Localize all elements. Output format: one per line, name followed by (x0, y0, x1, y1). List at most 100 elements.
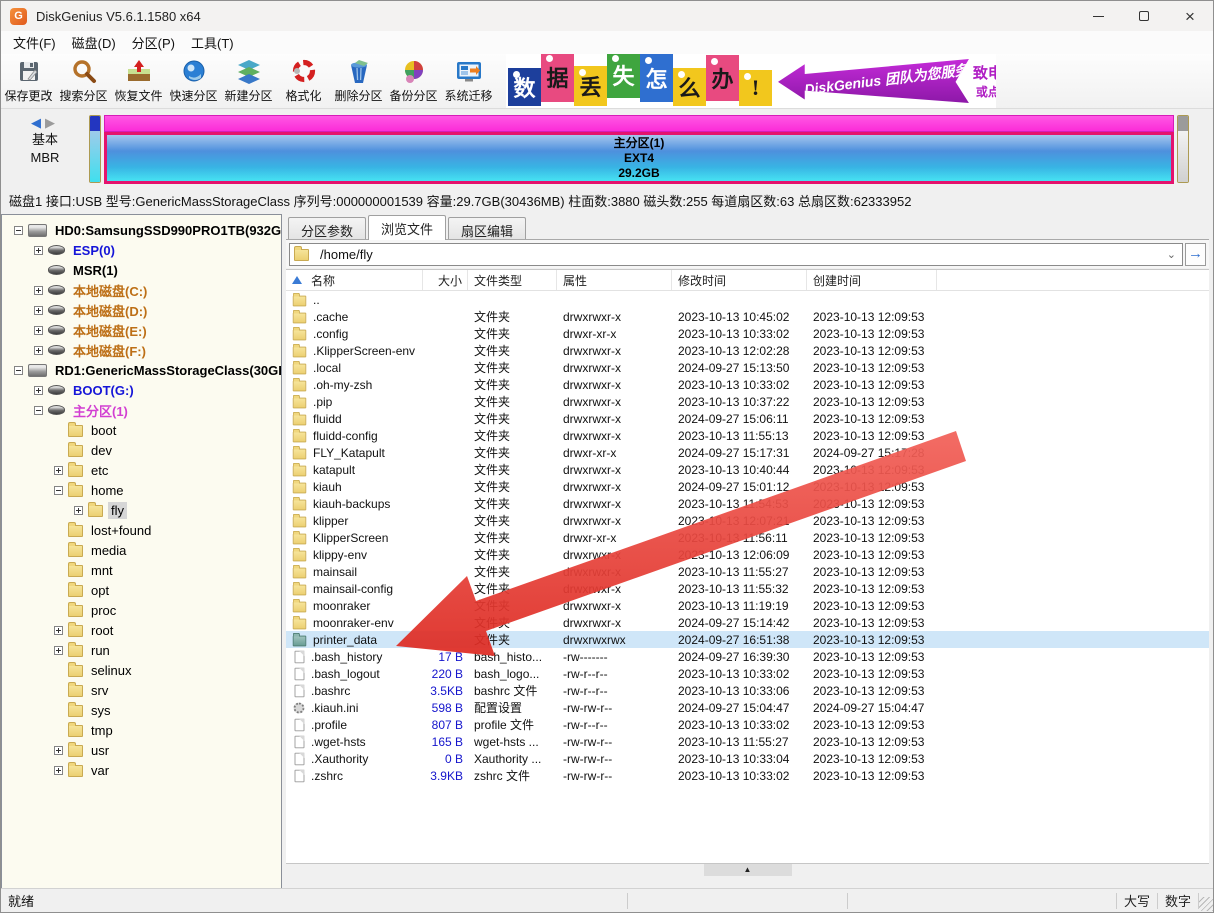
new-partition-button[interactable]: 新建分区 (221, 54, 276, 108)
resize-grip[interactable] (1199, 897, 1213, 911)
column-header-modified[interactable]: 修改时间 (672, 270, 807, 290)
file-row-klipperscreen[interactable]: KlipperScreen文件夹drwxr-xr-x2023-10-13 11:… (286, 529, 1209, 546)
expand-icon[interactable] (34, 346, 43, 355)
file-row-fluidd-config[interactable]: fluidd-config文件夹drwxrwxr-x2023-10-13 11:… (286, 427, 1209, 444)
tree-item--1-[interactable]: 主分区(1) (2, 400, 281, 420)
file-row--profile[interactable]: .profile807 Bprofile 文件-rw-r--r--2023-10… (286, 716, 1209, 733)
file-row-klippy-env[interactable]: klippy-env文件夹drwxrwxr-x2023-10-13 12:06:… (286, 546, 1209, 563)
search-partition-button[interactable]: 搜索分区 (56, 54, 111, 108)
recover-files-button[interactable]: 恢复文件 (111, 54, 166, 108)
path-input[interactable]: /home/fly ⌄ (289, 243, 1183, 266)
disk-overview-strip[interactable] (104, 115, 1174, 132)
file-row--klipperscreen-env[interactable]: .KlipperScreen-env文件夹drwxrwxr-x2023-10-1… (286, 342, 1209, 359)
file-row-mainsail[interactable]: mainsail文件夹drwxrwxr-x2023-10-13 11:55:27… (286, 563, 1209, 580)
promo-banner[interactable]: 数据丢失怎么办! DiskGenius 团队为您服务 致电: 400-008-9… (506, 54, 996, 108)
expand-icon[interactable] (34, 326, 43, 335)
tree-item-srv[interactable]: srv (2, 680, 281, 700)
menu-item-0[interactable]: 文件(F) (5, 31, 64, 54)
file-row-fluidd[interactable]: fluidd文件夹drwxrwxr-x2024-09-27 15:06:1120… (286, 410, 1209, 427)
quick-partition-button[interactable]: 快速分区 (166, 54, 221, 108)
tree-item-proc[interactable]: proc (2, 600, 281, 620)
maximize-button[interactable] (1121, 1, 1167, 31)
file-row--bash-history[interactable]: .bash_history17 Bbash_histo...-rw-------… (286, 648, 1209, 665)
expand-icon[interactable] (54, 626, 63, 635)
file-row--wget-hsts[interactable]: .wget-hsts165 Bwget-hsts ...-rw-rw-r--20… (286, 733, 1209, 750)
tab-扇区编辑[interactable]: 扇区编辑 (448, 217, 526, 239)
tree-item-mnt[interactable]: mnt (2, 560, 281, 580)
file-row-kiauh[interactable]: kiauh文件夹drwxrwxr-x2024-09-27 15:01:12202… (286, 478, 1209, 495)
file-row--oh-my-zsh[interactable]: .oh-my-zsh文件夹drwxrwxr-x2023-10-13 10:33:… (286, 376, 1209, 393)
tree-item--d-[interactable]: 本地磁盘(D:) (2, 300, 281, 320)
next-disk-icon[interactable]: ▶ (45, 115, 59, 130)
go-button[interactable]: → (1185, 243, 1206, 266)
selected-partition-block[interactable]: 主分区(1) EXT4 29.2GB (104, 132, 1174, 184)
tab-浏览文件[interactable]: 浏览文件 (368, 215, 446, 240)
tree-item-media[interactable]: media (2, 540, 281, 560)
file-row-moonraker-env[interactable]: moonraker-env文件夹drwxrwxr-x2024-09-27 15:… (286, 614, 1209, 631)
expand-icon[interactable] (54, 746, 63, 755)
tree-item-fly[interactable]: fly (2, 500, 281, 520)
tree-item--e-[interactable]: 本地磁盘(E:) (2, 320, 281, 340)
collapse-icon[interactable] (14, 226, 23, 235)
tree-item-selinux[interactable]: selinux (2, 660, 281, 680)
file-row-moonraker[interactable]: moonraker文件夹drwxrwxr-x2023-10-13 11:19:1… (286, 597, 1209, 614)
expand-icon[interactable] (54, 466, 63, 475)
collapse-icon[interactable] (54, 486, 63, 495)
expand-icon[interactable] (34, 386, 43, 395)
expand-icon[interactable] (74, 506, 83, 515)
file-row-printer-data[interactable]: printer_data文件夹drwxrwxrwx2024-09-27 16:5… (286, 631, 1209, 648)
column-header-name[interactable]: 名称 (286, 270, 423, 290)
tree-item-run[interactable]: run (2, 640, 281, 660)
prev-disk-icon[interactable]: ◀ (31, 115, 45, 130)
expand-icon[interactable] (54, 646, 63, 655)
expand-icon[interactable] (34, 306, 43, 315)
banner-qq-link[interactable]: 或点击此处选择QQ咨询 (973, 83, 996, 100)
column-header-created[interactable]: 创建时间 (807, 270, 937, 290)
file-row--config[interactable]: .config文件夹drwxr-xr-x2023-10-13 10:33:022… (286, 325, 1209, 342)
tab-分区参数[interactable]: 分区参数 (288, 217, 366, 239)
minimize-button[interactable] (1075, 1, 1121, 31)
expand-icon[interactable] (34, 286, 43, 295)
file-row--cache[interactable]: .cache文件夹drwxrwxr-x2023-10-13 10:45:0220… (286, 308, 1209, 325)
tree-item-usr[interactable]: usr (2, 740, 281, 760)
chevron-down-icon[interactable]: ⌄ (1167, 248, 1178, 261)
collapse-icon[interactable] (34, 406, 43, 415)
tree-item-rd1-genericmassstorageclass-30gb-[interactable]: RD1:GenericMassStorageClass(30GB) (2, 360, 281, 380)
file-row-klipper[interactable]: klipper文件夹drwxrwxr-x2023-10-13 12:07:212… (286, 512, 1209, 529)
collapse-icon[interactable] (14, 366, 23, 375)
format-button[interactable]: 格式化 (276, 54, 331, 108)
system-migration-button[interactable]: 系统迁移 (441, 54, 496, 108)
tree-item-lost-found[interactable]: lost+found (2, 520, 281, 540)
tree-item-home[interactable]: home (2, 480, 281, 500)
menu-item-1[interactable]: 磁盘(D) (64, 31, 124, 54)
save-changes-button[interactable]: 保存更改 (1, 54, 56, 108)
tree-item-var[interactable]: var (2, 760, 281, 780)
file-row--bash-logout[interactable]: .bash_logout220 Bbash_logo...-rw-r--r--2… (286, 665, 1209, 682)
tree-item-msr-1-[interactable]: MSR(1) (2, 260, 281, 280)
tree-item-opt[interactable]: opt (2, 580, 281, 600)
expand-icon[interactable] (54, 766, 63, 775)
tree-item--c-[interactable]: 本地磁盘(C:) (2, 280, 281, 300)
expand-bottom-panel-button[interactable]: ▲ (704, 864, 792, 876)
expand-icon[interactable] (34, 246, 43, 255)
backup-partition-button[interactable]: 备份分区 (386, 54, 441, 108)
file-row-mainsail-config[interactable]: mainsail-config文件夹drwxrwxr-x2023-10-13 1… (286, 580, 1209, 597)
file-row--bashrc[interactable]: .bashrc3.5KBbashrc 文件-rw-r--r--2023-10-1… (286, 682, 1209, 699)
tree-item-esp-0-[interactable]: ESP(0) (2, 240, 281, 260)
tree-item-sys[interactable]: sys (2, 700, 281, 720)
file-row-katapult[interactable]: katapult文件夹drwxrwxr-x2023-10-13 10:40:44… (286, 461, 1209, 478)
file-row--xauthority[interactable]: .Xauthority0 BXauthority ...-rw-rw-r--20… (286, 750, 1209, 767)
tree-item-etc[interactable]: etc (2, 460, 281, 480)
column-header-type[interactable]: 文件类型 (468, 270, 557, 290)
delete-partition-button[interactable]: 删除分区 (331, 54, 386, 108)
file-row--local[interactable]: .local文件夹drwxrwxr-x2024-09-27 15:13:5020… (286, 359, 1209, 376)
file-row--[interactable]: .. (286, 291, 1209, 308)
column-header-attr[interactable]: 属性 (557, 270, 672, 290)
tree-item--f-[interactable]: 本地磁盘(F:) (2, 340, 281, 360)
tree-item-tmp[interactable]: tmp (2, 720, 281, 740)
file-row-fly-katapult[interactable]: FLY_Katapult文件夹drwxr-xr-x2024-09-27 15:1… (286, 444, 1209, 461)
file-row--zshrc[interactable]: .zshrc3.9KBzshrc 文件-rw-rw-r--2023-10-13 … (286, 767, 1209, 784)
tree-item-dev[interactable]: dev (2, 440, 281, 460)
tree-item-boot[interactable]: boot (2, 420, 281, 440)
column-header-size[interactable]: 大小 (423, 270, 468, 290)
